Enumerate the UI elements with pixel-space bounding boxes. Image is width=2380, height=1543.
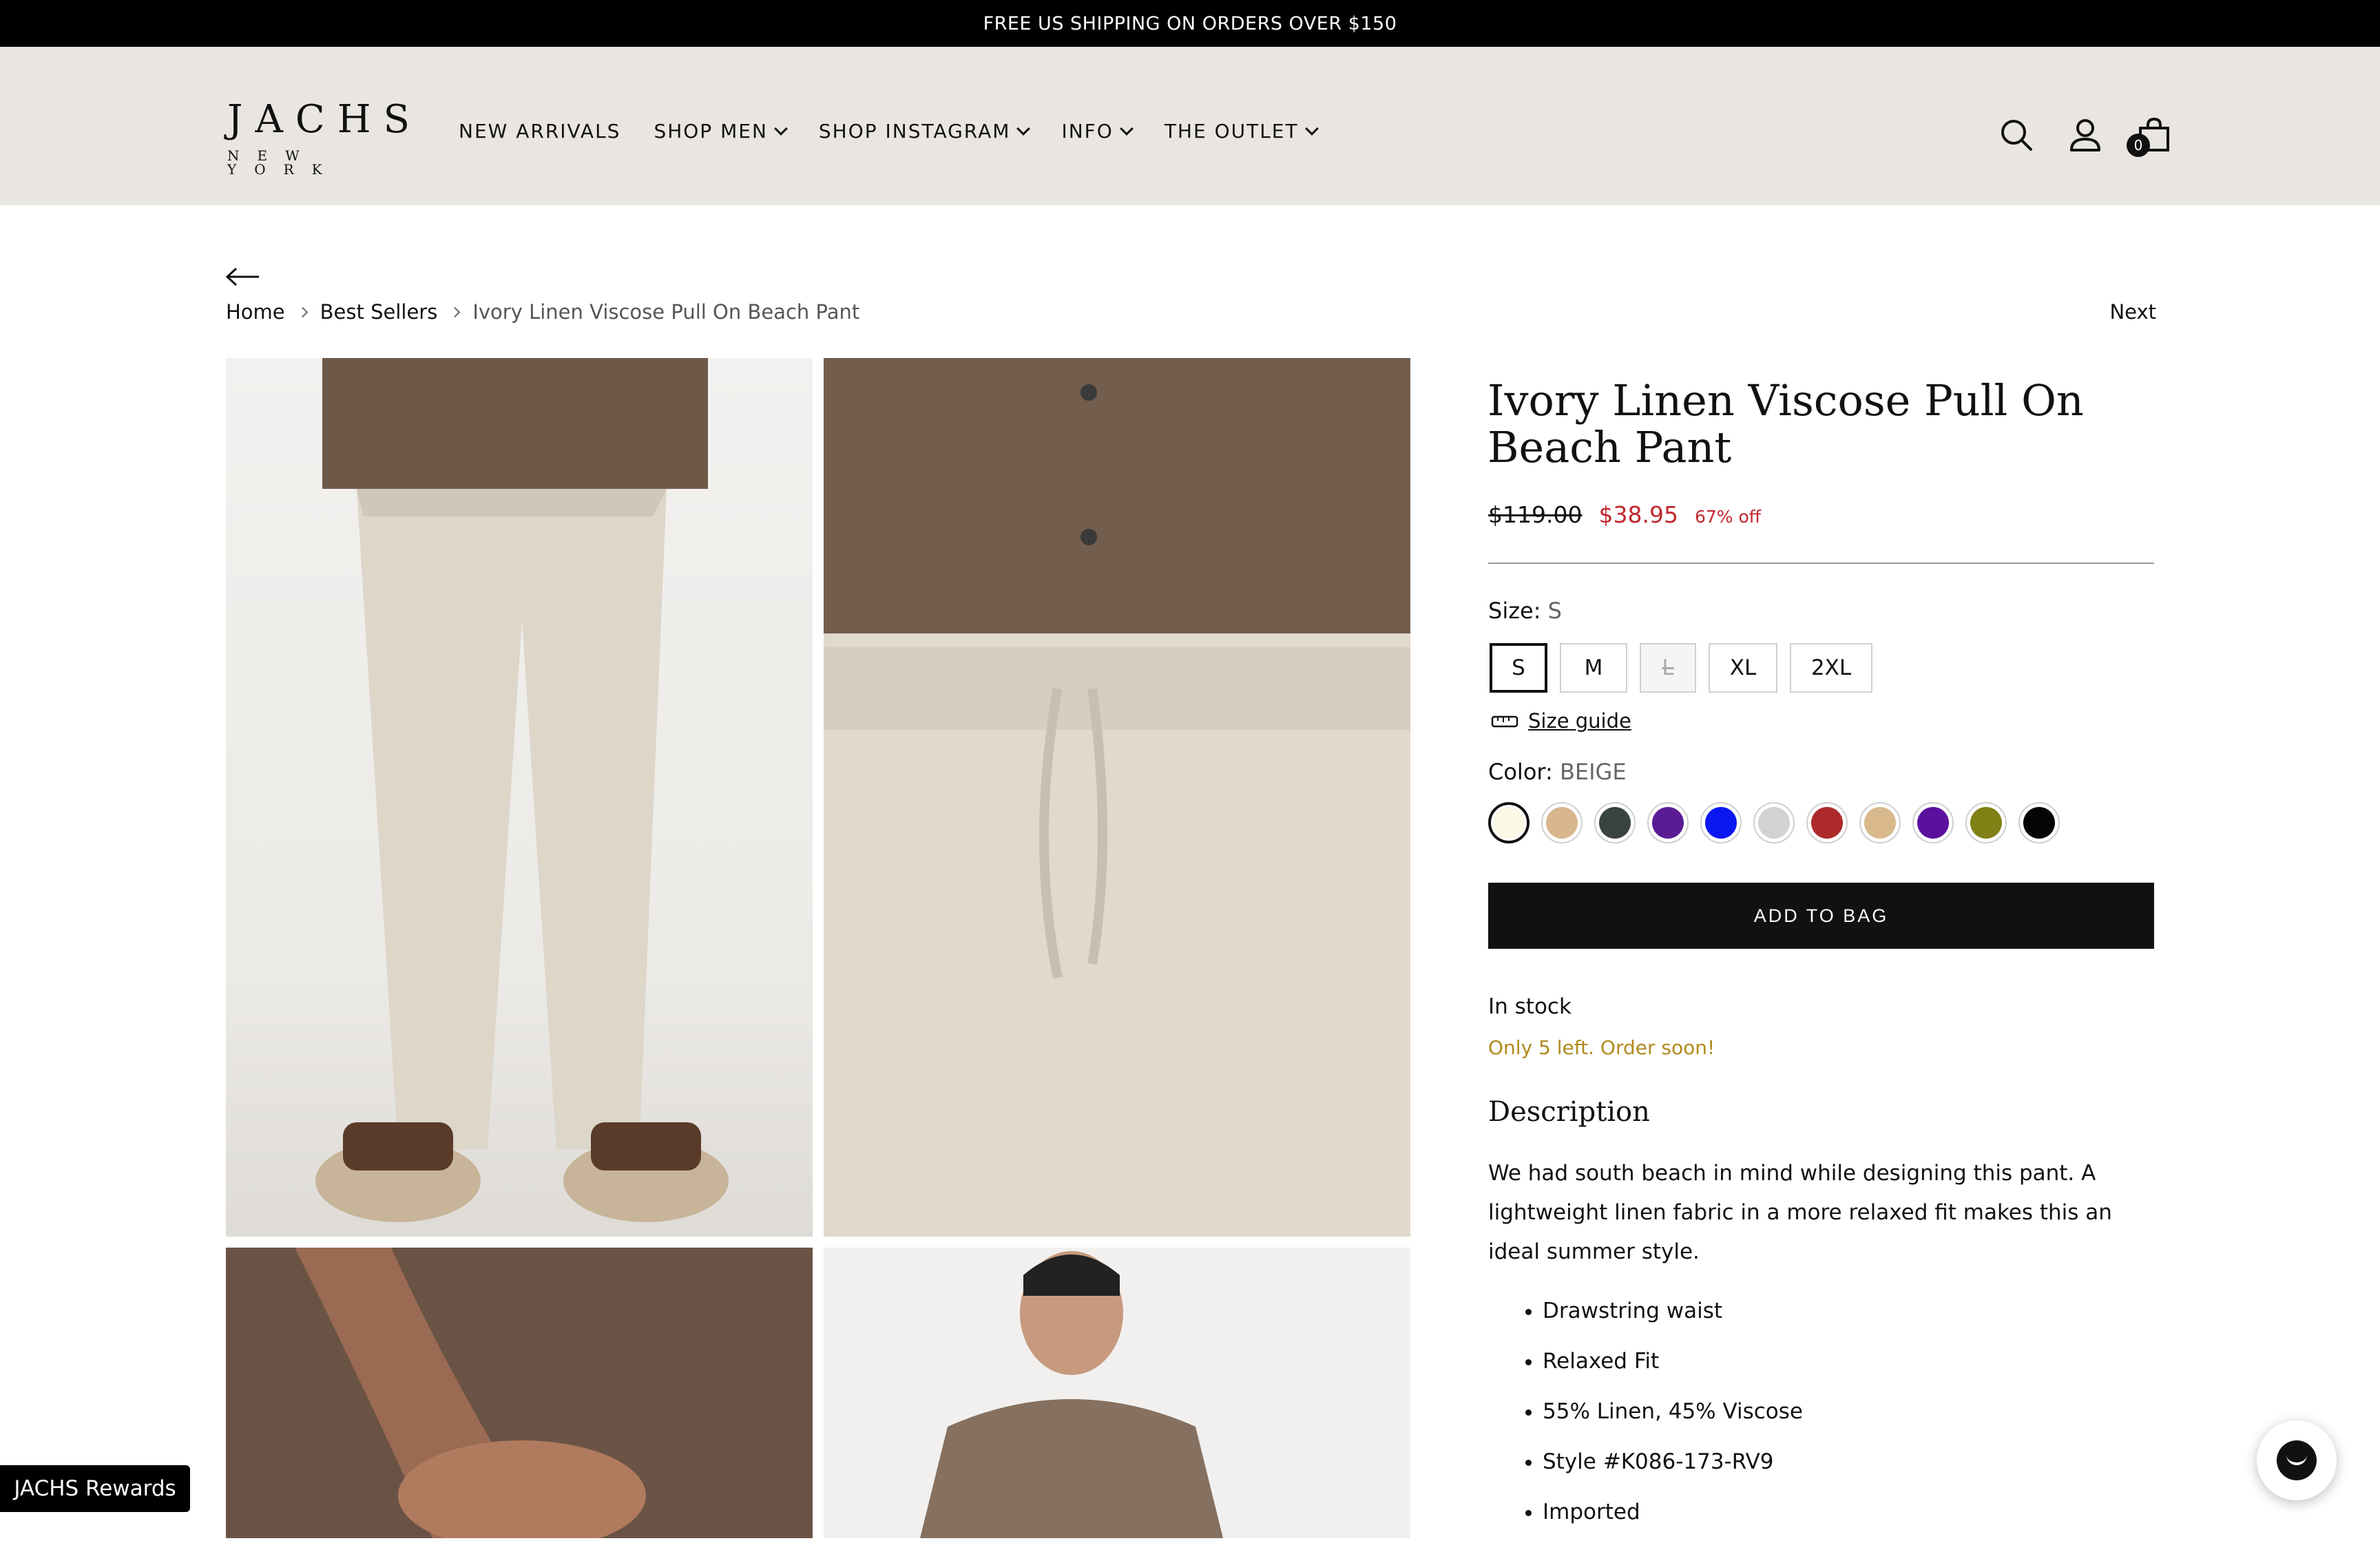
color-swatch[interactable] [2018,802,2060,843]
account-icon[interactable] [2066,116,2105,154]
low-stock-message: Only 5 left. Order soon! [1488,1036,1715,1059]
logo-wordmark: JACHS [227,97,422,142]
size-option-l[interactable]: L [1640,643,1696,693]
swatch-fill [1493,807,1525,839]
search-icon[interactable] [1997,116,2036,154]
rewards-button[interactable]: JACHS Rewards [0,1465,190,1512]
nav-new-arrivals[interactable]: NEW ARRIVALS [459,120,620,143]
list-item: Style #K086-173-RV9 [1543,1442,1803,1493]
list-item: Imported [1543,1493,1803,1543]
chevron-right-icon [450,306,461,317]
compare-at-price: $119.00 [1488,501,1583,528]
color-selected-value: BEIGE [1559,759,1627,785]
color-swatches [1488,802,2060,843]
nav-the-outlet[interactable]: THE OUTLET [1164,120,1319,143]
color-swatch[interactable] [1541,802,1583,843]
color-swatch[interactable] [1965,802,2007,843]
size-guide-label: Size guide [1528,709,1631,733]
back-arrow-icon[interactable] [225,263,262,291]
nav-shop-men[interactable]: SHOP MEN [654,120,788,143]
sale-price: $38.95 [1598,501,1678,528]
discount-badge: 67% off [1694,507,1761,527]
nav-label: INFO [1061,120,1114,143]
nav-label: THE OUTLET [1164,120,1299,143]
size-guide-link[interactable]: Size guide [1491,709,1631,733]
chevron-down-icon [1119,121,1134,136]
color-swatch[interactable] [1859,802,1901,843]
product-image-fabric-closeup[interactable] [226,1248,813,1538]
cart-count-badge: 0 [2127,134,2150,157]
color-swatch[interactable] [1488,802,1530,843]
logo[interactable]: JACHS NEW YORK [227,97,422,178]
nav-label: SHOP INSTAGRAM [818,120,1011,143]
swatch-fill [1546,807,1578,839]
nav-info[interactable]: INFO [1061,120,1134,143]
divider [1488,563,2154,564]
swatch-fill [2023,807,2055,839]
swatch-fill [1705,807,1737,839]
swatch-fill [1811,807,1843,839]
color-swatch[interactable] [1753,802,1795,843]
chevron-down-icon [773,121,788,136]
product-title: Ivory Linen Viscose Pull On Beach Pant [1488,375,2084,472]
size-option-m[interactable]: M [1560,643,1627,693]
description-text: We had south beach in mind while designi… [1488,1161,2112,1264]
nav-label: NEW ARRIVALS [459,120,621,143]
swatch-fill [1970,807,2002,839]
nav-label: SHOP MEN [654,120,768,143]
ruler-icon [1491,715,1518,728]
swatch-fill [1864,807,1896,839]
chat-icon [2277,1440,2317,1480]
size-option-s[interactable]: S [1490,643,1547,693]
size-option-2xl[interactable]: 2XL [1790,643,1872,693]
chevron-down-icon [1304,121,1319,136]
main-nav: NEW ARRIVALS SHOP MEN SHOP INSTAGRAM INF… [459,120,1319,143]
color-swatch[interactable] [1700,802,1742,843]
color-swatch[interactable] [1912,802,1954,843]
size-option-label: Size: S [1488,598,1562,624]
nav-shop-instagram[interactable]: SHOP INSTAGRAM [818,120,1031,143]
stock-status: In stock [1488,994,1572,1019]
announcement-text: FREE US SHIPPING ON ORDERS OVER $150 [983,12,1397,34]
price-block: $119.00 $38.95 67% off [1488,501,1761,528]
color-option-label: Color: BEIGE [1488,759,1627,785]
breadcrumb-best-sellers[interactable]: Best Sellers [320,300,438,324]
logo-subtitle: NEW YORK [227,147,340,178]
chevron-down-icon [1016,121,1031,136]
chevron-right-icon [297,306,308,317]
breadcrumb-home[interactable]: Home [226,300,285,324]
size-option-xl[interactable]: XL [1709,643,1777,693]
size-selected-value: S [1547,598,1562,624]
next-product-link[interactable]: Next [2109,300,2156,324]
product-image-waist-detail[interactable] [824,358,1410,1237]
header-icons: 0 [1997,116,2173,157]
chat-button[interactable] [2257,1420,2337,1500]
breadcrumb: Home Best Sellers Ivory Linen Viscose Pu… [226,300,859,324]
list-item: Relaxed Fit [1543,1342,1803,1392]
add-to-bag-button[interactable]: ADD TO BAG [1488,883,2154,949]
swatch-fill [1599,807,1631,839]
product-image-model[interactable] [824,1248,1410,1538]
swatch-fill [1758,807,1790,839]
list-item: 55% Linen, 45% Viscose [1543,1392,1803,1442]
color-swatch[interactable] [1806,802,1848,843]
description-heading: Description [1488,1096,1650,1128]
bag-icon[interactable]: 0 [2127,116,2173,157]
site-header: JACHS NEW YORK NEW ARRIVALS SHOP MEN SHO… [0,47,2380,205]
size-selector: S M L XL 2XL [1490,643,1872,693]
color-label: Color: [1488,759,1553,785]
list-item: Drawstring waist [1543,1292,1803,1342]
color-swatch[interactable] [1594,802,1636,843]
breadcrumb-current: Ivory Linen Viscose Pull On Beach Pant [472,300,860,324]
size-label: Size: [1488,598,1541,624]
swatch-fill [1652,807,1684,839]
color-swatch[interactable] [1647,802,1689,843]
announcement-bar: FREE US SHIPPING ON ORDERS OVER $150 [0,0,2380,47]
product-image-full-length[interactable] [226,358,813,1237]
feature-list: Drawstring waist Relaxed Fit 55% Linen, … [1515,1292,1803,1543]
swatch-fill [1917,807,1949,839]
